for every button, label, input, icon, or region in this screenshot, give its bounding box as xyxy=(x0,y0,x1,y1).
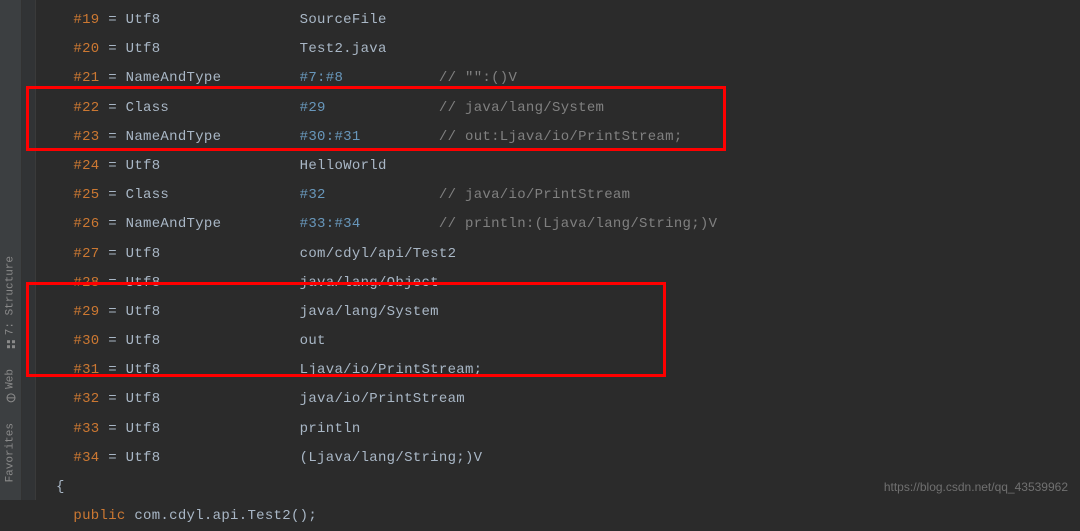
method-declaration: public com.cdyl.api.Test2(); xyxy=(36,502,1080,531)
tab-structure[interactable]: 7: Structure xyxy=(0,246,21,359)
structure-icon xyxy=(6,339,16,349)
code-editor[interactable]: #19 = Utf8 SourceFile #20 = Utf8 Test2.j… xyxy=(36,0,1080,500)
constant-pool-line: #20 = Utf8 Test2.java xyxy=(36,35,1080,64)
tab-label: Web xyxy=(5,369,17,389)
constant-pool-line: #21 = NameAndType #7:#8 // "":()V xyxy=(36,64,1080,93)
constant-pool-line: #30 = Utf8 out xyxy=(36,327,1080,356)
tab-label: 7: Structure xyxy=(5,256,17,335)
constant-pool-line: #26 = NameAndType #33:#34 // println:(Lj… xyxy=(36,210,1080,239)
constant-pool-line: #22 = Class #29 // java/lang/System xyxy=(36,94,1080,123)
editor-gutter xyxy=(22,0,36,500)
tab-web[interactable]: Web xyxy=(0,359,21,413)
constant-pool-line: #28 = Utf8 java/lang/Object xyxy=(36,269,1080,298)
web-icon xyxy=(6,393,16,403)
constant-pool-line: #29 = Utf8 java/lang/System xyxy=(36,298,1080,327)
constant-pool-line: #19 = Utf8 SourceFile xyxy=(36,6,1080,35)
tab-favorites[interactable]: Favorites xyxy=(0,413,21,492)
tab-label: Favorites xyxy=(5,423,17,482)
sidebar-tabs: 7: Structure Web Favorites xyxy=(0,0,22,500)
constant-pool-line: #23 = NameAndType #30:#31 // out:Ljava/i… xyxy=(36,123,1080,152)
constant-pool-line: #27 = Utf8 com/cdyl/api/Test2 xyxy=(36,240,1080,269)
constant-pool-line: #24 = Utf8 HelloWorld xyxy=(36,152,1080,181)
watermark-text: https://blog.csdn.net/qq_43539962 xyxy=(884,480,1068,494)
constant-pool-line: #34 = Utf8 (Ljava/lang/String;)V xyxy=(36,444,1080,473)
constant-pool-line: #25 = Class #32 // java/io/PrintStream xyxy=(36,181,1080,210)
constant-pool-line: #33 = Utf8 println xyxy=(36,415,1080,444)
constant-pool-line: #31 = Utf8 Ljava/io/PrintStream; xyxy=(36,356,1080,385)
constant-pool-line: #32 = Utf8 java/io/PrintStream xyxy=(36,385,1080,414)
